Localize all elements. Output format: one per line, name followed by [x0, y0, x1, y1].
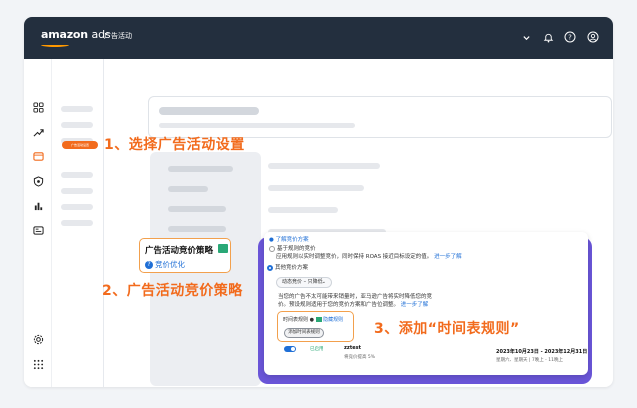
- bid-strategy-dropdown[interactable]: 动态竞价 – 只降低 ⌄: [276, 277, 332, 288]
- subnav-item[interactable]: [61, 122, 93, 128]
- card-placeholder: [168, 226, 226, 232]
- chevron-down-icon[interactable]: [518, 29, 534, 45]
- add-schedule-rule-button[interactable]: 添加时间表规则: [284, 328, 324, 338]
- trend-icon[interactable]: [31, 125, 45, 139]
- desc-line1: 当您的广告不太可能带来销量时，亚马逊广告将实时降低您的竞: [278, 294, 433, 300]
- dropdown-value: 动态竞价 – 只降低: [282, 279, 323, 285]
- bidding-options-popup: ● 了解竞价方案 基于规则的竞价 应用规则以实时调整竞价，同时保持 ROAS 接…: [264, 232, 588, 375]
- content-placeholder: [268, 163, 380, 169]
- learn-bidding-link[interactable]: ● 了解竞价方案: [269, 235, 309, 243]
- amazon-ads-logo[interactable]: amazon ads: [41, 28, 111, 41]
- option1-desc: 应用规则以实时调整竞价，同时保持 ROAS 接近目标设定的值。: [276, 254, 433, 260]
- info-icon: ●: [269, 237, 274, 243]
- bidding-strategy-title: 广告活动竞价策略: [145, 246, 214, 256]
- radio-rule-based[interactable]: [269, 245, 275, 252]
- media-icon[interactable]: [31, 223, 45, 237]
- logo-bold: amazon: [41, 28, 88, 41]
- bell-icon[interactable]: [540, 29, 556, 45]
- sub-nav: [52, 59, 104, 387]
- annotation-step3: 3、添加“时间表规则”: [374, 321, 520, 337]
- apps-grid-icon[interactable]: [31, 357, 45, 371]
- rule-enabled-toggle[interactable]: [284, 346, 296, 352]
- subnav-item[interactable]: [61, 172, 93, 178]
- annotation-step2: 2、广告活动竞价策略: [102, 283, 243, 299]
- subnav-item[interactable]: [61, 188, 93, 194]
- top-bar: amazon ads 广告活动 ?: [24, 17, 613, 59]
- svg-text:?: ?: [568, 33, 572, 41]
- rule-status: 已启用: [310, 347, 324, 352]
- option-other-bidding[interactable]: 其他竞价方案: [267, 263, 308, 271]
- option1-learn-more-link[interactable]: 进一步了解: [434, 254, 462, 260]
- campaign-header-card: [148, 96, 612, 138]
- option-rule-based[interactable]: 基于规则的竞价: [269, 244, 316, 252]
- hide-rule-link[interactable]: 隐藏规则: [323, 317, 343, 323]
- edit-badge-icon[interactable]: [218, 244, 228, 253]
- subnav-selected-label: 广告活动设置: [70, 143, 89, 147]
- radio-other-bidding[interactable]: [267, 264, 273, 271]
- dashboard-icon[interactable]: [31, 100, 45, 114]
- schedule-rule-header: 时间表规则 ● 隐藏规则: [283, 316, 343, 323]
- bar-chart-icon[interactable]: [31, 198, 45, 212]
- bid-optimization-label: 竞价优化: [155, 260, 185, 269]
- info-dot-icon: ●: [309, 317, 314, 323]
- rule-time: 星期六、星期天 | 7晚上 - 11晚上: [496, 358, 563, 363]
- rule-name[interactable]: zztest: [344, 345, 361, 351]
- new-badge-icon: [315, 317, 322, 322]
- shield-icon[interactable]: [31, 174, 45, 188]
- card-placeholder: [168, 166, 233, 172]
- subnav-item[interactable]: [61, 204, 93, 210]
- account-icon[interactable]: [585, 29, 601, 45]
- subnav-item[interactable]: [61, 220, 93, 226]
- content-placeholder: [268, 185, 364, 191]
- bidding-strategy-box[interactable]: 广告活动竞价策略 ? 竞价优化: [139, 238, 231, 273]
- option1-desc-line: 应用规则以实时调整竞价，同时保持 ROAS 接近目标设定的值。 进一步了解: [276, 252, 462, 260]
- card-placeholder: [168, 206, 226, 212]
- question-icon: ?: [145, 261, 153, 269]
- header-placeholder: [159, 123, 355, 128]
- schedule-rule-box: 时间表规则 ● 隐藏规则 添加时间表规则: [277, 311, 354, 342]
- help-icon[interactable]: ?: [562, 29, 578, 45]
- desc-line2: 价。预设规则适用于您的竞价方案和广告位调整。: [278, 302, 400, 308]
- left-icon-nav: [24, 59, 52, 387]
- option2-title: 其他竞价方案: [275, 265, 309, 271]
- card-placeholder: [168, 186, 208, 192]
- desc-learn-more-link[interactable]: 进一步了解: [401, 302, 429, 308]
- campaign-icon[interactable]: [31, 149, 45, 163]
- learn-bidding-label: 了解竞价方案: [275, 237, 309, 243]
- logo-smile-icon: [41, 43, 69, 47]
- chevron-down-icon: ⌄: [321, 279, 326, 285]
- settings-icon[interactable]: [31, 332, 45, 346]
- subnav-item-campaign-settings[interactable]: 广告活动设置: [62, 141, 98, 149]
- content-placeholder: [268, 207, 338, 213]
- bid-optimization-link[interactable]: ? 竞价优化: [145, 259, 185, 270]
- annotation-step1: 1、选择广告活动设置: [104, 137, 245, 153]
- rule-sub: 将竞价提高 5%: [344, 355, 376, 360]
- desc-line2-wrap: 价。预设规则适用于您的竞价方案和广告位调整。 进一步了解: [278, 300, 428, 308]
- page-title: 广告活动: [104, 32, 132, 40]
- schedule-rule-label: 时间表规则: [283, 317, 309, 323]
- rule-date-range: 2023年10月23日 - 2023年12月31日: [496, 349, 588, 355]
- subnav-item[interactable]: [61, 106, 93, 112]
- header-placeholder: [159, 107, 259, 115]
